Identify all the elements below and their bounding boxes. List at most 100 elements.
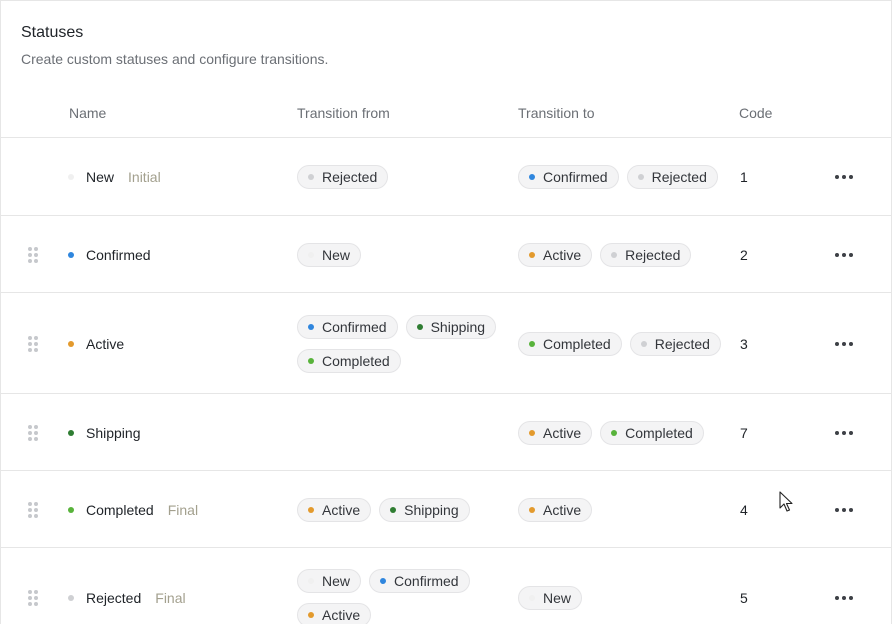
status-name-label: Confirmed [86, 247, 151, 263]
pill-label: Rejected [654, 336, 710, 352]
status-name-label: Rejected [86, 590, 142, 606]
status-color-dot [640, 341, 647, 347]
status-tag: Initial [128, 169, 161, 185]
status-name-label: New [86, 169, 115, 185]
status-color-dot [308, 358, 314, 364]
pill-label: Confirmed [322, 319, 387, 335]
transition-from-pill-new[interactable]: New [297, 569, 362, 593]
transition-to-pill-completed[interactable]: Completed [518, 332, 622, 356]
status-color-dot [611, 430, 618, 436]
transition-to-pill-new[interactable]: New [518, 586, 583, 610]
table-row-completed: Completed Final Active Shipping Active 4 [1, 471, 891, 548]
transition-to-pill-rejected[interactable]: Rejected [626, 165, 718, 189]
pill-label: Completed [625, 425, 693, 441]
status-name-label: Active [86, 336, 125, 352]
status-color-dot [68, 595, 74, 601]
table-row-shipping: Shipping Active Completed 7 [1, 394, 891, 471]
transition-from-list: Active Shipping [297, 498, 507, 522]
status-name: Completed Final [68, 500, 198, 520]
transition-from-pill-shipping[interactable]: Shipping [379, 498, 470, 522]
pill-label: Active [543, 247, 582, 263]
pill-label: Active [322, 502, 361, 518]
transition-from-pill-shipping[interactable]: Shipping [405, 315, 497, 339]
more-options-icon[interactable] [835, 431, 857, 437]
status-color-dot [308, 612, 314, 618]
transition-to-pill-rejected[interactable]: Rejected [629, 332, 721, 356]
status-color-dot [380, 578, 387, 584]
transition-from-pill-rejected[interactable]: Rejected [297, 165, 389, 189]
transition-to-pill-active[interactable]: Active [518, 421, 593, 445]
drag-handle-icon[interactable] [28, 336, 40, 352]
mouse-cursor-icon [779, 491, 793, 512]
pill-label: Confirmed [543, 169, 608, 185]
status-color-dot [308, 252, 314, 258]
more-options-icon[interactable] [835, 175, 857, 181]
status-tag: Final [167, 502, 199, 518]
drag-handle-icon[interactable] [28, 247, 40, 263]
transition-from-list: New [297, 243, 507, 267]
transition-to-pill-confirmed[interactable]: Confirmed [518, 165, 619, 189]
statuses-panel: Statuses Create custom statuses and conf… [0, 0, 892, 624]
transition-from-pill-confirmed[interactable]: Confirmed [297, 315, 398, 339]
table-header: Name Transition from Transition to Code [1, 87, 891, 138]
transition-to-pill-active[interactable]: Active [518, 498, 593, 522]
transition-from-pill-active[interactable]: Active [297, 498, 372, 522]
status-color-dot [529, 507, 535, 513]
transition-to-pill-active[interactable]: Active [518, 243, 593, 267]
status-code: 7 [740, 425, 748, 441]
pill-label: New [322, 573, 351, 589]
table-row-confirmed: Confirmed New Active Rejected 2 [1, 216, 891, 293]
pill-label: Completed [322, 353, 390, 369]
transition-from-list: Rejected [297, 165, 507, 189]
status-color-dot [68, 430, 74, 436]
transition-to-pill-completed[interactable]: Completed [600, 421, 704, 445]
status-color-dot [68, 252, 74, 258]
transition-from-pill-new[interactable]: New [297, 243, 362, 267]
pill-label: Active [543, 502, 582, 518]
transition-from-pill-active[interactable]: Active [297, 603, 372, 624]
pill-label: Rejected [625, 247, 681, 263]
status-color-dot [416, 324, 423, 330]
pill-label: Shipping [404, 502, 459, 518]
status-name-label: Shipping [86, 425, 141, 441]
transition-from-pill-confirmed[interactable]: Confirmed [369, 569, 470, 593]
status-code: 4 [740, 502, 748, 518]
more-options-icon[interactable] [835, 342, 857, 348]
more-options-icon[interactable] [835, 253, 857, 259]
pill-label: Rejected [322, 169, 378, 185]
column-header-name: Name [69, 105, 107, 121]
status-color-dot [637, 174, 644, 180]
pill-label: Active [543, 425, 582, 441]
status-color-dot [529, 595, 535, 601]
more-options-icon[interactable] [835, 596, 857, 602]
transition-to-list: Active [518, 498, 733, 522]
status-color-dot [68, 174, 74, 180]
transition-from-pill-completed[interactable]: Completed [297, 349, 401, 373]
drag-handle-icon[interactable] [28, 425, 40, 441]
transition-to-list: Active Completed [518, 421, 733, 445]
status-code: 5 [740, 590, 748, 606]
table-row-rejected: Rejected Final New Confirmed Active New 5 [1, 548, 891, 624]
page-title: Statuses [21, 24, 84, 41]
table-row-new: New Initial Rejected Confirmed Rejected 1 [1, 138, 891, 216]
status-color-dot [529, 252, 535, 258]
page-subtitle: Create custom statuses and configure tra… [21, 51, 329, 67]
status-name: Rejected Final [68, 588, 186, 608]
status-color-dot [68, 341, 74, 347]
status-color-dot [68, 507, 74, 513]
more-options-icon[interactable] [835, 508, 857, 514]
transition-to-list: Completed Rejected [518, 332, 733, 356]
pill-label: Active [322, 607, 361, 623]
drag-handle-icon[interactable] [28, 502, 40, 518]
status-name: New Initial [68, 167, 161, 187]
status-name: Shipping [68, 423, 141, 443]
transition-to-pill-rejected[interactable]: Rejected [600, 243, 692, 267]
transition-to-list: Active Rejected [518, 243, 733, 267]
status-code: 2 [740, 247, 748, 263]
status-color-dot [308, 174, 314, 180]
status-code: 1 [740, 169, 748, 185]
status-color-dot [308, 578, 314, 584]
status-color-dot [390, 507, 397, 513]
drag-handle-icon[interactable] [28, 590, 40, 606]
column-header-transition-to: Transition to [518, 105, 595, 121]
